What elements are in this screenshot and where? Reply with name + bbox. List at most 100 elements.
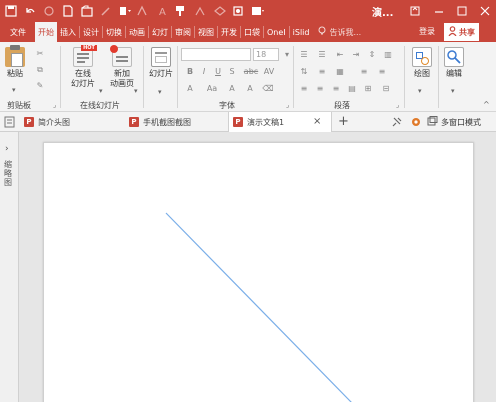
tab-islide[interactable]: iSlid	[290, 22, 313, 42]
collapse-ribbon-icon[interactable]: ^	[483, 100, 490, 109]
text-direction-icon[interactable]: ⇅	[298, 66, 310, 77]
underline-button[interactable]: U	[212, 66, 224, 77]
convert-smartart-icon[interactable]: ▦	[334, 66, 346, 77]
decrease-font-icon[interactable]: A	[244, 83, 256, 94]
online-slides-dropdown-icon[interactable]: ▾	[99, 87, 103, 95]
thumbnail-pane[interactable]: › 缩略图	[0, 132, 19, 402]
format-painter-icon[interactable]	[174, 3, 190, 19]
align-center-icon[interactable]: ≡	[376, 66, 388, 77]
diagonal-line-shape[interactable]	[165, 212, 352, 402]
columns-icon[interactable]: ▥	[382, 49, 394, 60]
new-slide-label: 幻灯片	[149, 69, 173, 78]
tell-me-box[interactable]: 告诉我...	[318, 22, 361, 42]
cut-icon[interactable]: ✂	[34, 48, 46, 59]
font-color-button[interactable]: A	[184, 83, 196, 94]
new-slide-button[interactable]: 幻灯片	[146, 47, 176, 79]
align-text-icon[interactable]: ≡	[316, 66, 328, 77]
shadow-button[interactable]: S	[226, 66, 238, 77]
copy-icon[interactable]: ⧉	[34, 64, 46, 75]
close-tab-icon[interactable]: ×	[313, 116, 321, 127]
font-launcher-icon[interactable]: ⌟	[286, 101, 289, 109]
text-box-icon[interactable]: ▤	[346, 83, 358, 94]
powerpoint-icon: P	[233, 117, 243, 127]
justify-icon[interactable]: ≡	[298, 83, 310, 94]
italic-button[interactable]: I	[198, 66, 210, 77]
clear-format-icon[interactable]: ⌫	[262, 83, 274, 94]
increase-font-button[interactable]: A	[226, 83, 238, 94]
add-tab-icon[interactable]: +	[338, 114, 349, 129]
bullets-icon[interactable]: ☰	[298, 49, 310, 60]
distributed-icon[interactable]: ≡	[330, 83, 342, 94]
change-case-button[interactable]: Aa	[204, 83, 220, 94]
multi-window-mode-button[interactable]: 多窗口模式	[427, 116, 481, 128]
group-divider	[177, 46, 178, 108]
tab-design[interactable]: 设计	[80, 22, 102, 42]
tab-pocket[interactable]: 口袋	[241, 22, 263, 42]
tab-home[interactable]: 开始	[35, 22, 57, 42]
maximize-icon[interactable]	[451, 0, 473, 22]
close-icon[interactable]	[474, 0, 496, 22]
tab-review[interactable]: 审阅	[172, 22, 194, 42]
tab-view[interactable]: 视图	[195, 22, 217, 42]
align-left-icon[interactable]: ≡	[358, 66, 370, 77]
tab-list-icon[interactable]	[4, 116, 15, 130]
online-slides-button[interactable]: HOT 在线 幻灯片	[65, 45, 101, 89]
save-icon[interactable]	[3, 3, 19, 19]
pen-icon[interactable]	[98, 3, 114, 19]
editing-dropdown-icon[interactable]: ▾	[451, 87, 455, 95]
slide-layout-icon[interactable]: A	[155, 3, 171, 19]
new-file-icon[interactable]	[60, 3, 76, 19]
ribbon-display-icon[interactable]	[404, 0, 426, 22]
paste-button[interactable]: 粘贴	[5, 45, 25, 79]
settings-gear-icon[interactable]	[410, 116, 422, 130]
font-color-icon[interactable]	[136, 3, 152, 19]
drawing-button[interactable]: 绘图	[408, 47, 436, 79]
numbering-icon[interactable]: ☰	[316, 49, 328, 60]
increase-indent-icon[interactable]: ⇥	[350, 49, 362, 60]
paragraph-launcher-icon[interactable]: ⌟	[396, 101, 399, 109]
table-icon[interactable]	[212, 3, 228, 19]
tab-slideshow[interactable]: 幻灯	[149, 22, 171, 42]
tab-developer[interactable]: 开发	[218, 22, 240, 42]
tab-onenote[interactable]: OneI	[264, 22, 289, 42]
pin-icon[interactable]	[391, 116, 403, 130]
border-icon[interactable]: ⊟	[380, 83, 392, 94]
decrease-indent-icon[interactable]: ⇤	[334, 49, 346, 60]
redo-icon[interactable]	[41, 3, 57, 19]
font-name-input[interactable]	[181, 48, 251, 61]
line-spacing-icon[interactable]: ⇕	[366, 49, 378, 60]
doc-tab[interactable]: P 手机截图截图	[125, 112, 191, 132]
font-size-input[interactable]: 18	[253, 48, 279, 61]
tab-animations[interactable]: 动画	[126, 22, 148, 42]
bold-button[interactable]: B	[184, 66, 196, 77]
minimize-icon[interactable]	[428, 0, 450, 22]
clipboard-launcher-icon[interactable]: ⌟	[53, 101, 56, 109]
editing-button[interactable]: 编辑	[440, 47, 468, 79]
new-animation-page-button[interactable]: 新加 动画页	[106, 45, 138, 89]
tab-transitions[interactable]: 切换	[103, 22, 125, 42]
align-right-icon[interactable]: ≡	[314, 83, 326, 94]
font-size-dropdown-icon[interactable]: ▾	[281, 49, 293, 60]
paste-dropdown-icon[interactable]: ▾	[12, 86, 16, 94]
format-painter-brush-icon[interactable]: ✎	[34, 80, 46, 91]
share-button[interactable]: 共享	[444, 23, 479, 41]
login-link[interactable]: 登录	[419, 26, 435, 37]
drawing-dropdown-icon[interactable]: ▾	[418, 87, 422, 95]
more-icon[interactable]	[231, 3, 247, 19]
undo-icon[interactable]	[22, 3, 38, 19]
doc-tab-active[interactable]: P 演示文稿1 ×	[228, 112, 332, 132]
slide-canvas[interactable]	[43, 142, 474, 402]
doc-tab[interactable]: P 简介头图	[20, 112, 70, 132]
char-spacing-icon[interactable]: AV	[262, 66, 276, 77]
shape-fill-icon[interactable]	[117, 3, 133, 19]
expand-pane-icon[interactable]: ›	[5, 144, 9, 154]
new-slide-dropdown-icon[interactable]: ▾	[158, 88, 162, 96]
open-file-icon[interactable]	[79, 3, 95, 19]
customize-qat-icon[interactable]	[250, 3, 266, 19]
new-animation-dropdown-icon[interactable]: ▾	[134, 87, 138, 95]
picture-icon[interactable]	[193, 3, 209, 19]
paragraph-icon[interactable]: ⊞	[362, 83, 374, 94]
tab-insert[interactable]: 插入	[57, 22, 79, 42]
tab-file[interactable]: 文件	[0, 22, 35, 42]
strikethrough-button[interactable]: abc	[242, 66, 260, 77]
